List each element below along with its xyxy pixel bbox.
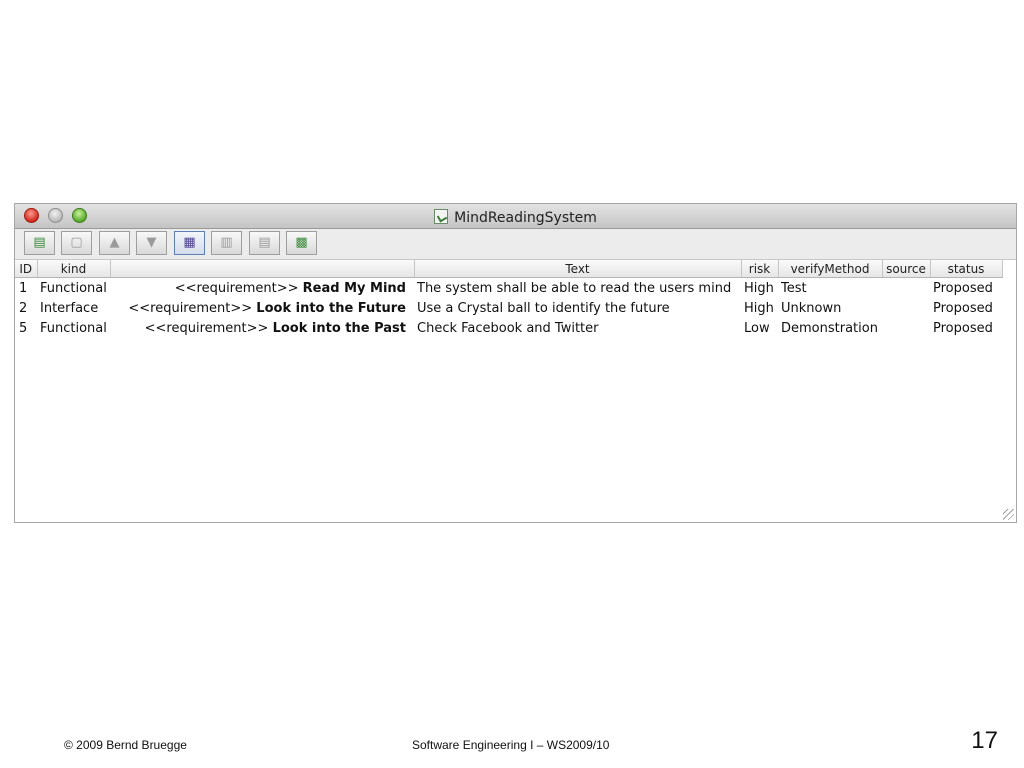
cell-kind: Interface — [40, 300, 99, 316]
move-up-button[interactable]: ▲ — [99, 231, 130, 255]
cell-text: Check Facebook and Twitter — [417, 320, 599, 336]
requirement-name: Look into the Past — [272, 320, 406, 336]
cell-source — [882, 278, 930, 299]
table-header-row: ID kind Text risk verifyMethod source st… — [15, 260, 1003, 278]
table-view-button[interactable]: ▦ — [174, 231, 205, 255]
requirement-name: Look into the Future — [256, 300, 406, 316]
column-header-verify-method[interactable]: verifyMethod — [778, 260, 883, 278]
footer-course: Software Engineering I – WS2009/10 — [412, 738, 610, 752]
rows-icon: ▤ — [258, 235, 271, 250]
column-header-kind[interactable]: kind — [37, 260, 111, 278]
table-view-icon: ▦ — [183, 235, 196, 250]
trash-icon: ▢ — [70, 235, 83, 250]
arrow-down-icon: ▼ — [146, 235, 157, 250]
resize-grip[interactable] — [1003, 509, 1014, 520]
stereotype-label: <<requirement>> — [174, 280, 299, 296]
cell-risk: High — [744, 280, 774, 296]
cell-id: 2 — [19, 300, 28, 316]
column-header-id[interactable]: ID — [15, 260, 38, 278]
move-down-button[interactable]: ▼ — [136, 231, 167, 255]
cell-status: Proposed — [933, 280, 993, 296]
table-row[interactable]: 5 Functional <<requirement>> Look into t… — [15, 318, 1002, 338]
column-header-name[interactable] — [110, 260, 415, 278]
columns-icon: ▥ — [220, 235, 233, 250]
cell-text: Use a Crystal ball to identify the futur… — [417, 300, 670, 316]
cell-id: 1 — [19, 280, 28, 296]
requirements-table-area[interactable]: ID kind Text risk verifyMethod source st… — [15, 260, 1016, 522]
add-requirement-button[interactable]: ▤ — [24, 231, 55, 255]
table-row[interactable]: 2 Interface <<requirement>> Look into th… — [15, 298, 1002, 318]
requirements-window: MindReadingSystem ▤ ▢ ▲ ▼ ▦ ▥ ▤ ▩ ID kin… — [14, 203, 1017, 523]
cell-requirement: <<requirement>> Read My Mind — [110, 278, 414, 299]
cell-verify-method: Unknown — [781, 300, 842, 316]
cell-risk: High — [744, 300, 774, 316]
stereotype-label: <<requirement>> — [144, 320, 269, 336]
table-row[interactable]: 1 Functional <<requirement>> Read My Min… — [15, 278, 1002, 299]
tree-icon: ▩ — [295, 235, 308, 250]
delete-button[interactable]: ▢ — [61, 231, 92, 255]
column-header-risk[interactable]: risk — [741, 260, 779, 278]
column-header-text[interactable]: Text — [414, 260, 742, 278]
cell-text: The system shall be able to read the use… — [417, 280, 732, 296]
cell-source — [882, 318, 930, 338]
window-title-area: MindReadingSystem — [15, 207, 1016, 226]
tree-view-button[interactable]: ▩ — [286, 231, 317, 255]
cell-requirement: <<requirement>> Look into the Future — [110, 298, 414, 318]
cell-status: Proposed — [933, 300, 993, 316]
document-icon — [434, 209, 449, 224]
cell-kind: Functional — [40, 280, 107, 296]
cell-verify-method: Test — [781, 280, 807, 296]
row-view-button[interactable]: ▤ — [249, 231, 280, 255]
requirements-table: ID kind Text risk verifyMethod source st… — [15, 260, 1003, 338]
cell-requirement: <<requirement>> Look into the Past — [110, 318, 414, 338]
column-header-source[interactable]: source — [882, 260, 931, 278]
page-number: 17 — [971, 727, 998, 754]
cell-risk: Low — [744, 320, 770, 336]
cell-verify-method: Demonstration — [781, 320, 878, 336]
column-view-button[interactable]: ▥ — [211, 231, 242, 255]
toolbar: ▤ ▢ ▲ ▼ ▦ ▥ ▤ ▩ — [15, 229, 1016, 260]
requirement-name: Read My Mind — [302, 280, 406, 296]
add-icon: ▤ — [33, 235, 46, 250]
window-title: MindReadingSystem — [454, 210, 597, 226]
cell-status: Proposed — [933, 320, 993, 336]
stereotype-label: <<requirement>> — [128, 300, 253, 316]
column-header-status[interactable]: status — [930, 260, 1003, 278]
cell-source — [882, 298, 930, 318]
cell-kind: Functional — [40, 320, 107, 336]
cell-id: 5 — [19, 320, 28, 336]
arrow-up-icon: ▲ — [109, 235, 120, 250]
title-bar[interactable]: MindReadingSystem — [15, 204, 1016, 229]
footer-copyright: © 2009 Bernd Bruegge — [64, 738, 187, 752]
